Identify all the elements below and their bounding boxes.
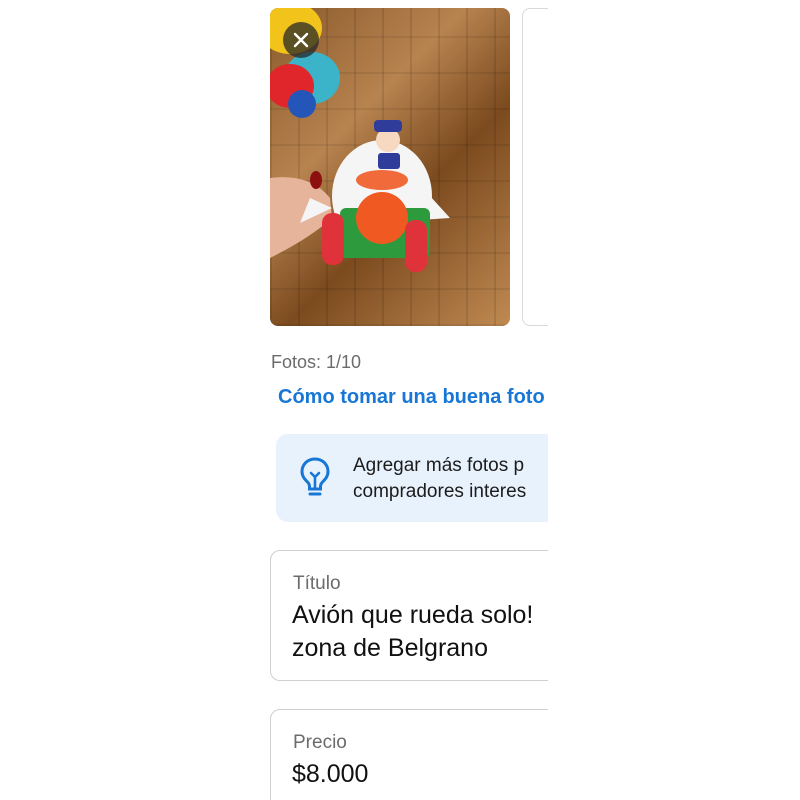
tip-text-line-2: compradores interes — [353, 481, 527, 502]
tip-text: Agregar más fotos p compradores interes — [353, 453, 526, 505]
listing-form: Fotos: 1/10 Cómo tomar una buena foto Ag… — [0, 0, 548, 800]
remove-photo-button[interactable] — [283, 22, 319, 58]
title-value-line-2: zona de Belgrano — [292, 634, 488, 662]
price-label: Precio — [293, 732, 347, 753]
title-label: Título — [293, 573, 341, 594]
price-value: $8.000 — [292, 760, 369, 788]
photo-tips-link[interactable]: Cómo tomar una buena foto — [278, 386, 545, 409]
add-photo-slot[interactable] — [522, 8, 548, 326]
title-field[interactable]: Título Avión que rueda solo! zona de Bel… — [270, 550, 548, 681]
lightbulb-icon — [300, 457, 330, 496]
title-value-line-1: Avión que rueda solo! — [292, 601, 534, 629]
close-icon — [293, 32, 309, 48]
price-field[interactable]: Precio $8.000 — [270, 709, 548, 800]
tip-text-line-1: Agregar más fotos p — [353, 455, 525, 476]
photos-count: Fotos: 1/10 — [271, 352, 362, 372]
